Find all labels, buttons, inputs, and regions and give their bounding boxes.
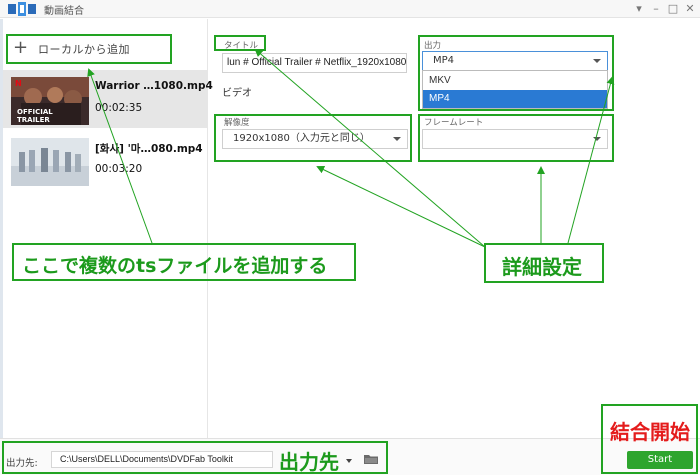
file-list-item[interactable]: [화사] '마…080.mp4 00:03:20 xyxy=(3,131,207,189)
file-duration: 00:02:35 xyxy=(95,102,143,114)
file-duration: 00:03:20 xyxy=(95,163,143,175)
annotation-box-output xyxy=(418,35,614,111)
video-thumbnail xyxy=(11,138,89,186)
title-input[interactable]: lun # Official Trailer # Netflix_1920x10… xyxy=(222,53,407,73)
svg-text:OFFICIAL: OFFICIAL xyxy=(17,108,53,116)
netflix-logo: N xyxy=(15,79,22,88)
file-list-item[interactable]: N OFFICIAL TRAILER Warrior …1080.mp4 00:… xyxy=(3,70,213,128)
annotation-box-output-dest: 出力先 xyxy=(2,441,388,474)
maximize-icon[interactable]: □ xyxy=(665,1,681,17)
close-icon[interactable]: ✕ xyxy=(682,1,698,17)
file-name: Warrior …1080.mp4 xyxy=(95,80,213,92)
minimize-icon[interactable]: – xyxy=(648,1,664,17)
file-name: [화사] '마…080.mp4 xyxy=(95,143,203,155)
svg-text:TRAILER: TRAILER xyxy=(17,116,50,124)
annotation-box-title xyxy=(214,35,266,51)
annotation-box-add xyxy=(6,34,172,64)
video-section-heading: ビデオ xyxy=(222,88,252,99)
annotation-box-framerate xyxy=(418,114,614,162)
video-thumbnail: N OFFICIAL TRAILER xyxy=(11,77,89,125)
menu-icon[interactable]: ▾ xyxy=(631,1,647,17)
annotation-box-resolution xyxy=(214,114,412,162)
window-title: 動画結合 xyxy=(44,6,84,17)
title-bar: 動画結合 ▾ – □ ✕ xyxy=(0,0,700,18)
annotation-label-detail: 詳細設定 xyxy=(484,243,604,283)
annotation-box-start: 結合開始 xyxy=(601,404,698,474)
app-logo-icon xyxy=(8,2,36,16)
annotation-label-add-ts: ここで複数のtsファイルを追加する xyxy=(12,243,356,281)
